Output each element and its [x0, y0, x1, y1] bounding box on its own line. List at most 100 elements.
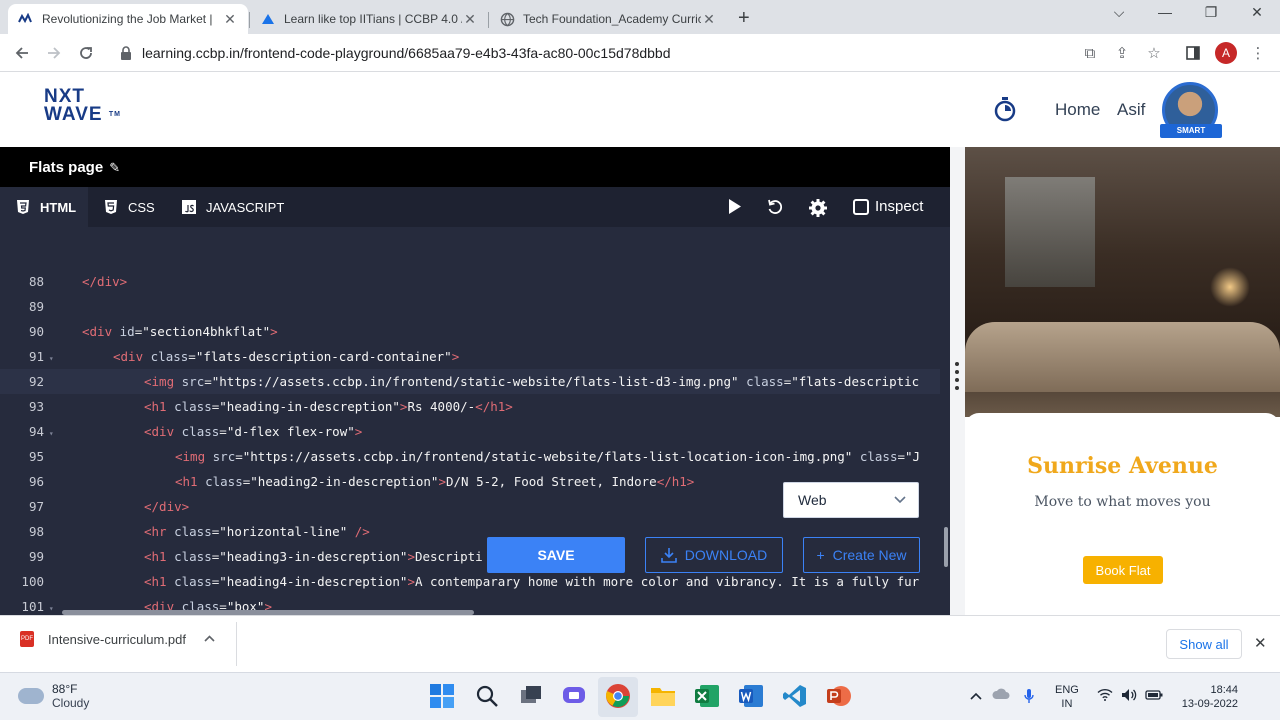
fold-arrow-icon[interactable]: ▾	[44, 346, 54, 369]
code-line[interactable]: 92 <img src="https://assets.ccbp.in/front…	[0, 369, 940, 394]
browser-tab-0[interactable]: Revolutionizing the Job Market | ✕	[8, 4, 248, 34]
show-all-button[interactable]: Show all	[1166, 629, 1242, 659]
weather-widget[interactable]: 88°F Cloudy	[18, 682, 89, 710]
tray-chevron-up-icon[interactable]	[970, 688, 982, 703]
system-clock[interactable]: 18:44 13-09-2022	[1180, 683, 1238, 711]
restore-window-icon[interactable]: ❐	[1196, 4, 1226, 21]
microphone-icon[interactable]	[1024, 688, 1034, 707]
line-number: 91	[28, 349, 44, 364]
code-text[interactable]: </div>	[54, 494, 189, 519]
view-mode-select[interactable]: Web	[783, 482, 919, 518]
code-text[interactable]: <h1 class="heading4-in-descreption">A co…	[54, 569, 919, 594]
drag-handle-icon[interactable]	[955, 362, 960, 394]
settings-gear-icon[interactable]	[808, 198, 828, 218]
code-line[interactable]: 99 <h1 class="heading3-in-descreption">De…	[0, 544, 940, 569]
excel-icon[interactable]	[694, 683, 720, 709]
code-line[interactable]: 90 <div id="section4bhkflat">	[0, 319, 940, 344]
nav-user-name[interactable]: Asif	[1117, 100, 1145, 120]
close-tab-icon[interactable]: ✕	[222, 11, 238, 28]
powerpoint-icon[interactable]	[826, 683, 852, 709]
close-tab-icon[interactable]: ✕	[701, 11, 717, 28]
chevron-up-icon[interactable]	[204, 633, 215, 645]
nxtwave-logo[interactable]: NXT WAVE TM	[44, 87, 121, 125]
create-new-button[interactable]: + Create New	[803, 537, 920, 573]
code-text[interactable]: <div class="d-flex flex-row">	[54, 419, 362, 444]
reload-icon[interactable]	[75, 42, 97, 64]
url-omnibox[interactable]: learning.ccbp.in/frontend-code-playgroun…	[108, 39, 1108, 67]
code-line[interactable]: 100 <h1 class="heading4-in-descreption">A…	[0, 569, 940, 594]
weather-condition: Cloudy	[52, 696, 90, 710]
download-item[interactable]: PDF Intensive-curriculum.pdf	[20, 631, 215, 647]
windows-start-icon[interactable]	[429, 683, 455, 709]
code-line[interactable]: 98 <hr class="horizontal-line" />	[0, 519, 940, 544]
preview-card	[965, 413, 1280, 615]
open-in-app-icon[interactable]: ⧉	[1080, 43, 1100, 63]
nav-home-link[interactable]: Home	[1055, 100, 1100, 120]
browser-menu-kebab-icon[interactable]: ⋮	[1248, 43, 1268, 63]
task-view-icon[interactable]	[518, 683, 544, 709]
book-flat-button[interactable]: Book Flat	[1083, 556, 1163, 584]
edit-pencil-icon[interactable]: ✎	[109, 160, 120, 175]
forward-arrow-icon[interactable]	[43, 42, 65, 64]
save-button[interactable]: SAVE	[487, 537, 625, 573]
download-button[interactable]: DOWNLOAD	[645, 537, 783, 573]
code-text[interactable]: <h1 class="heading-in-descreption">Rs 40…	[54, 394, 513, 419]
code-text[interactable]: <img src="https://assets.ccbp.in/fronten…	[54, 369, 919, 394]
back-arrow-icon[interactable]	[11, 42, 33, 64]
side-panel-icon[interactable]	[1183, 43, 1203, 63]
html5-icon	[17, 200, 29, 214]
browser-tab-1[interactable]: Learn like top IITians | CCBP 4.0 / ✕	[250, 4, 488, 34]
vertical-scrollbar[interactable]	[944, 527, 948, 567]
tab-css[interactable]: CSS	[104, 187, 155, 227]
close-downloads-icon[interactable]: ✕	[1254, 634, 1267, 652]
code-text[interactable]: </div>	[54, 269, 127, 294]
line-number: 93	[28, 399, 44, 414]
tab-javascript-label: JAVASCRIPT	[206, 199, 285, 215]
code-line[interactable]: 93 <h1 class="heading-in-descreption">Rs …	[0, 394, 940, 419]
code-text[interactable]: <div id="section4bhkflat">	[54, 319, 278, 344]
reset-rotate-icon[interactable]	[766, 198, 784, 216]
line-number: 101	[21, 599, 44, 614]
close-window-icon[interactable]: ✕	[1242, 4, 1272, 21]
code-text[interactable]: <h1 class="heading3-in-descreption">Desc…	[54, 544, 483, 569]
word-icon[interactable]	[738, 683, 764, 709]
code-line[interactable]: 95 <img src="https://assets.ccbp.in/front…	[0, 444, 940, 469]
browser-profile-avatar[interactable]: A	[1215, 42, 1237, 64]
inspect-toggle[interactable]: Inspect	[853, 198, 923, 215]
bookmark-star-icon[interactable]: ☆	[1144, 43, 1164, 63]
code-line[interactable]: 91 ▾ <div class="flats-description-card-c…	[0, 344, 940, 369]
tab-search-chevron-icon[interactable]: ⌵	[1104, 4, 1134, 21]
code-text[interactable]: <hr class="horizontal-line" />	[54, 519, 370, 544]
minimize-window-icon[interactable]: —	[1150, 4, 1180, 20]
tab-javascript[interactable]: JAVASCRIPT	[182, 187, 284, 227]
share-icon[interactable]: ⇪	[1112, 43, 1132, 63]
line-number: 88	[28, 274, 44, 289]
chat-icon[interactable]	[561, 683, 587, 709]
stopwatch-icon[interactable]	[993, 96, 1017, 127]
code-text[interactable]: <h1 class="heading2-in-descreption">D/N …	[54, 469, 694, 494]
code-text[interactable]: <img src="https://assets.ccbp.in/fronten…	[54, 444, 920, 469]
code-line[interactable]: 89	[0, 294, 940, 319]
battery-icon[interactable]	[1145, 688, 1163, 703]
run-play-icon[interactable]	[728, 198, 742, 215]
wifi-icon[interactable]	[1097, 688, 1113, 704]
file-explorer-icon[interactable]	[650, 683, 676, 709]
volume-icon[interactable]	[1121, 688, 1137, 705]
new-tab-button[interactable]: +	[738, 7, 750, 30]
onedrive-cloud-icon[interactable]	[992, 688, 1010, 703]
fold-arrow-icon[interactable]: ▾	[44, 421, 54, 444]
close-tab-icon[interactable]: ✕	[462, 11, 478, 28]
code-text[interactable]: <div class="flats-description-card-conta…	[54, 344, 459, 369]
tab-html[interactable]: HTML	[0, 187, 88, 227]
browser-tab-2[interactable]: Tech Foundation_Academy Curric ✕	[489, 4, 727, 34]
code-line[interactable]: 94 ▾ <div class="d-flex flex-row">	[0, 419, 940, 444]
inspect-checkbox[interactable]	[853, 198, 869, 215]
tab-css-label: CSS	[128, 199, 155, 215]
logo-line2: WAVE	[44, 104, 103, 125]
code-line[interactable]: 88 </div>	[0, 269, 940, 294]
vscode-icon[interactable]	[782, 683, 808, 709]
search-icon[interactable]	[474, 683, 500, 709]
input-language[interactable]: ENG IN	[1055, 683, 1079, 711]
fold-arrow-icon[interactable]: ▾	[44, 596, 54, 615]
chrome-icon[interactable]	[605, 683, 631, 709]
